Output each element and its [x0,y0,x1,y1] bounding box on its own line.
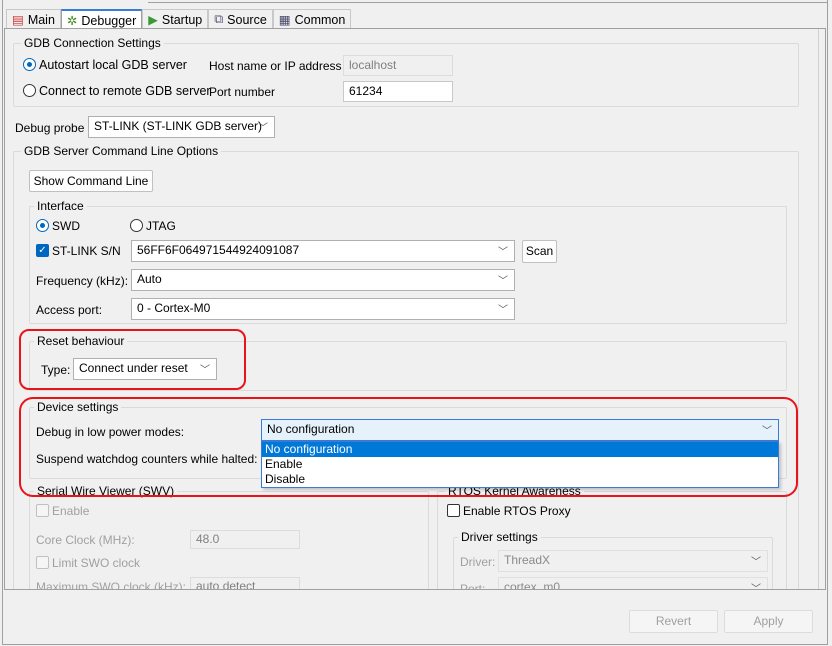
debug-probe-select[interactable]: ST-LINK (ST-LINK GDB server) ﹀ [88,116,275,138]
select-value: ThreadX [504,553,551,567]
group-title: GDB Connection Settings [21,36,164,50]
chevron-down-icon: ﹀ [498,247,508,258]
max-swo-input[interactable]: auto detect [190,577,300,589]
tab-label: Common [294,12,346,27]
apply-button[interactable]: Apply [724,610,813,633]
select-value: 56FF6F064971544924091087 [137,243,300,257]
driver-select[interactable]: ThreadX ﹀ [498,550,768,572]
chevron-down-icon: ﹀ [498,276,508,287]
core-clock-input[interactable]: 48.0 [190,530,300,549]
chevron-down-icon: ﹀ [498,305,508,316]
frequency-label: Frequency (kHz): [36,274,129,288]
swv-enable-label: Enable [52,504,90,518]
select-value: cortex_m0 [504,580,561,590]
stlink-sn-label: ST-LINK S/N [52,244,121,258]
limit-swo-checkbox[interactable] [36,556,49,569]
select-value: 0 - Cortex-M0 [137,301,211,315]
core-clock-label: Core Clock (MHz): [36,533,135,547]
low-power-dropdown-list: No configuration Enable Disable [261,441,779,488]
rtos-proxy-checkbox[interactable] [447,504,460,517]
dropdown-option[interactable]: Disable [262,472,778,487]
chevron-down-icon: ﹀ [751,584,761,590]
swv-enable-checkbox[interactable] [36,504,49,517]
jtag-radio[interactable] [130,219,143,232]
group-title: Interface [34,199,87,213]
host-label: Host name or IP address [209,59,342,73]
port-input[interactable]: 61234 [343,81,453,102]
select-value: Auto [137,272,162,286]
rtos-proxy-label: Enable RTOS Proxy [463,504,571,518]
swd-radio[interactable] [36,219,49,232]
select-value: ST-LINK (ST-LINK GDB server) [94,119,263,133]
source-icon: ⧉ [214,12,224,26]
bug-icon: ✲ [66,14,78,28]
tab-debugger[interactable]: ✲ Debugger [60,9,143,30]
stlink-sn-checkbox[interactable]: ✓ [36,244,49,257]
rtos-port-select[interactable]: cortex_m0 ﹀ [498,577,768,590]
remote-label: Connect to remote GDB server [39,84,211,98]
jtag-label: JTAG [146,219,176,233]
tab-label: Debugger [81,13,137,28]
tab-label: Source [227,12,267,27]
autostart-label: Autostart local GDB server [39,58,187,72]
scrollbar-track[interactable] [818,29,819,589]
play-icon: ▶ [148,13,158,27]
divider [148,0,828,3]
revert-button[interactable]: Revert [629,610,718,633]
max-swo-label: Maximum SWO clock (kHz): [36,580,186,590]
frequency-select[interactable]: Auto ﹀ [131,269,515,291]
highlight-annotation [19,329,246,390]
tab-startup[interactable]: ▶ Startup [142,9,209,29]
driver-label: Driver: [460,555,496,569]
tab-main[interactable]: ▤ Main [6,9,61,29]
show-command-line-button[interactable]: Show Command Line [29,170,153,192]
group-title: GDB Server Command Line Options [21,144,222,158]
rtos-port-label: Port: [460,582,486,590]
tab-common[interactable]: ▦ Common [272,9,352,29]
autostart-radio[interactable] [23,58,36,71]
tab-source[interactable]: ⧉ Source [208,9,273,29]
tab-label: Startup [161,12,203,27]
swd-label: SWD [52,219,80,233]
table-icon: ▦ [278,13,291,27]
tab-label: Main [27,12,55,27]
group-title: Driver settings [458,530,541,544]
dropdown-option[interactable]: No configuration [262,442,778,457]
limit-swo-label: Limit SWO clock [52,556,141,570]
debug-probe-label: Debug probe [15,121,85,135]
main-tab-icon: ▤ [12,13,24,27]
scan-button[interactable]: Scan [522,240,557,263]
host-input[interactable]: localhost [343,55,453,76]
chevron-down-icon: ﹀ [258,123,268,134]
access-port-select[interactable]: 0 - Cortex-M0 ﹀ [131,298,515,320]
debugger-panel: GDB Connection Settings Autostart local … [4,28,826,590]
chevron-down-icon: ﹀ [751,557,761,568]
access-port-label: Access port: [36,303,103,317]
port-label: Port number [209,85,276,99]
stlink-sn-select[interactable]: 56FF6F064971544924091087 ﹀ [131,240,515,262]
remote-radio[interactable] [23,84,36,97]
tab-bar: ▤ Main ✲ Debugger ▶ Startup ⧉ Source ▦ Common [6,9,352,30]
dropdown-option[interactable]: Enable [262,457,778,472]
